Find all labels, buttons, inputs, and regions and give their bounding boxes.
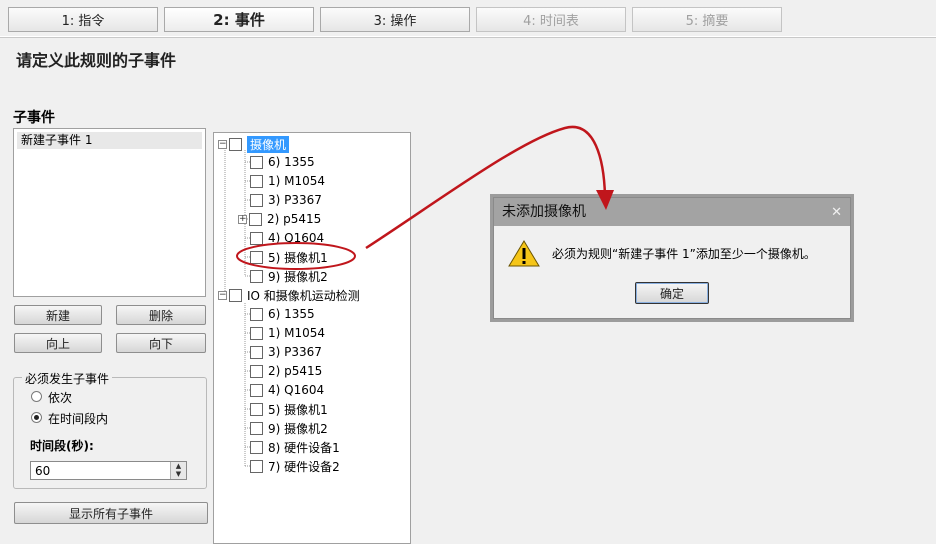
dialog-message: 必须为规则“新建子事件 1”添加至少一个摄像机。 <box>552 247 816 261</box>
tree-item[interactable]: 6) 1355 <box>250 305 315 323</box>
tree-checkbox[interactable] <box>250 174 263 188</box>
tree-item[interactable]: 3) P3367 <box>250 343 322 361</box>
tree-group-io-motion[interactable]: − IO 和摄像机运动检测 <box>218 286 360 304</box>
tree-item-label: 3) P3367 <box>268 193 322 207</box>
tree-item[interactable]: 9) 摄像机2 <box>250 419 328 437</box>
period-seconds-value: 60 <box>35 464 51 478</box>
tree-checkbox[interactable] <box>229 137 242 151</box>
tree-item-label: 5) 摄像机1 <box>268 250 328 265</box>
delete-button[interactable]: 删除 <box>116 305 206 325</box>
must-occur-legend: 必须发生子事件 <box>22 370 113 387</box>
tree-item-label: 3) P3367 <box>268 345 322 359</box>
tree-checkbox[interactable] <box>250 326 263 340</box>
period-seconds-label: 时间段(秒): <box>30 439 94 453</box>
tree-checkbox[interactable] <box>250 440 263 454</box>
tree-item[interactable]: 7) 硬件设备2 <box>250 457 340 475</box>
close-icon[interactable]: ✕ <box>831 205 842 220</box>
tree-item[interactable]: 9) 摄像机2 <box>250 267 328 285</box>
tree-item[interactable]: 1) M1054 <box>250 324 325 342</box>
camera-tree[interactable]: − 摄像机 6) 1355 1) M1054 3) P3367 + 2) p54… <box>213 132 411 544</box>
tree-item-label: 7) 硬件设备2 <box>268 459 340 474</box>
tree-item[interactable]: 4) Q1604 <box>250 381 324 399</box>
new-button[interactable]: 新建 <box>14 305 102 325</box>
period-radio[interactable] <box>31 412 42 423</box>
tree-item[interactable]: 5) 摄像机1 <box>250 248 328 266</box>
tree-checkbox[interactable] <box>250 459 263 473</box>
move-up-button[interactable]: 向上 <box>14 333 102 353</box>
period-seconds-stepper[interactable]: 60 ▲ ▼ <box>30 461 187 480</box>
collapse-icon[interactable]: − <box>218 290 227 300</box>
page-title: 请定义此规则的子事件 <box>16 51 177 70</box>
step-tab-schedule: 4: 时间表 <box>476 7 626 32</box>
list-item[interactable]: 新建子事件 1 <box>17 132 202 149</box>
divider <box>0 36 936 37</box>
tree-checkbox[interactable] <box>250 345 263 359</box>
tree-checkbox[interactable] <box>250 250 263 264</box>
tree-item-label: 5) 摄像机1 <box>268 402 328 417</box>
sequence-label: 依次 <box>48 391 73 405</box>
tree-checkbox[interactable] <box>250 402 263 416</box>
period-option-label: 在时间段内 <box>48 412 109 426</box>
dialog-title: 未添加摄像机 <box>494 198 850 226</box>
tree-group-label: IO 和摄像机运动检测 <box>247 288 360 303</box>
tree-checkbox[interactable] <box>250 307 263 321</box>
tree-group-label: 摄像机 <box>247 135 290 153</box>
tree-item-label: 2) p5415 <box>268 364 323 378</box>
tree-item[interactable]: 5) 摄像机1 <box>250 400 328 418</box>
tree-item-label: 4) Q1604 <box>268 383 325 397</box>
show-all-subevents-button[interactable]: 显示所有子事件 <box>14 502 208 524</box>
tree-checkbox[interactable] <box>250 231 263 245</box>
tree-item[interactable]: 2) p5415 <box>250 362 322 380</box>
tree-item[interactable]: 3) P3367 <box>250 191 322 209</box>
tree-checkbox[interactable] <box>229 288 242 302</box>
move-down-button[interactable]: 向下 <box>116 333 206 353</box>
no-camera-dialog: 未添加摄像机 ✕ 必须为规则“新建子事件 1”添加至少一个摄像机。 确定 <box>493 197 851 319</box>
stepper-buttons[interactable]: ▲ ▼ <box>170 462 186 479</box>
spin-up-icon[interactable]: ▲ <box>171 462 186 470</box>
tree-item-label: 6) 1355 <box>268 307 315 321</box>
tree-item[interactable]: 1) M1054 <box>250 172 325 190</box>
tree-item-label: 6) 1355 <box>268 155 315 169</box>
tree-item[interactable]: 8) 硬件设备1 <box>250 438 340 456</box>
tree-checkbox[interactable] <box>250 383 263 397</box>
step-tab-summary: 5: 摘要 <box>632 7 782 32</box>
tree-item-label: 2) p5415 <box>267 212 322 226</box>
tree-item-label: 9) 摄像机2 <box>268 421 328 436</box>
ok-button[interactable]: 确定 <box>635 282 709 304</box>
tree-checkbox[interactable] <box>250 269 263 283</box>
warning-icon <box>508 240 540 267</box>
tree-checkbox[interactable] <box>250 364 263 378</box>
subevents-list[interactable]: 新建子事件 1 <box>13 128 206 297</box>
tree-group-cameras[interactable]: − 摄像机 <box>218 135 290 153</box>
tree-item-label: 1) M1054 <box>268 326 326 340</box>
tree-item-label: 9) 摄像机2 <box>268 269 328 284</box>
tree-checkbox[interactable] <box>250 155 263 169</box>
step-tab-actions[interactable]: 3: 操作 <box>320 7 470 32</box>
tree-checkbox[interactable] <box>250 421 263 435</box>
step-tab-instructions[interactable]: 1: 指令 <box>8 7 158 32</box>
tree-item-label: 4) Q1604 <box>268 231 325 245</box>
subevents-label: 子事件 <box>13 110 55 126</box>
tree-item[interactable]: + 2) p5415 <box>238 210 321 228</box>
spin-down-icon[interactable]: ▼ <box>171 470 186 478</box>
tree-checkbox[interactable] <box>249 212 262 226</box>
tree-item[interactable]: 4) Q1604 <box>250 229 324 247</box>
tree-item-label: 8) 硬件设备1 <box>268 440 340 455</box>
tree-item[interactable]: 6) 1355 <box>250 153 315 171</box>
tree-item-label: 1) M1054 <box>268 174 326 188</box>
expand-icon[interactable]: + <box>238 214 247 224</box>
step-tab-events[interactable]: 2: 事件 <box>164 7 314 32</box>
collapse-icon[interactable]: − <box>218 139 227 149</box>
sequence-radio[interactable] <box>31 391 42 402</box>
tree-checkbox[interactable] <box>250 193 263 207</box>
